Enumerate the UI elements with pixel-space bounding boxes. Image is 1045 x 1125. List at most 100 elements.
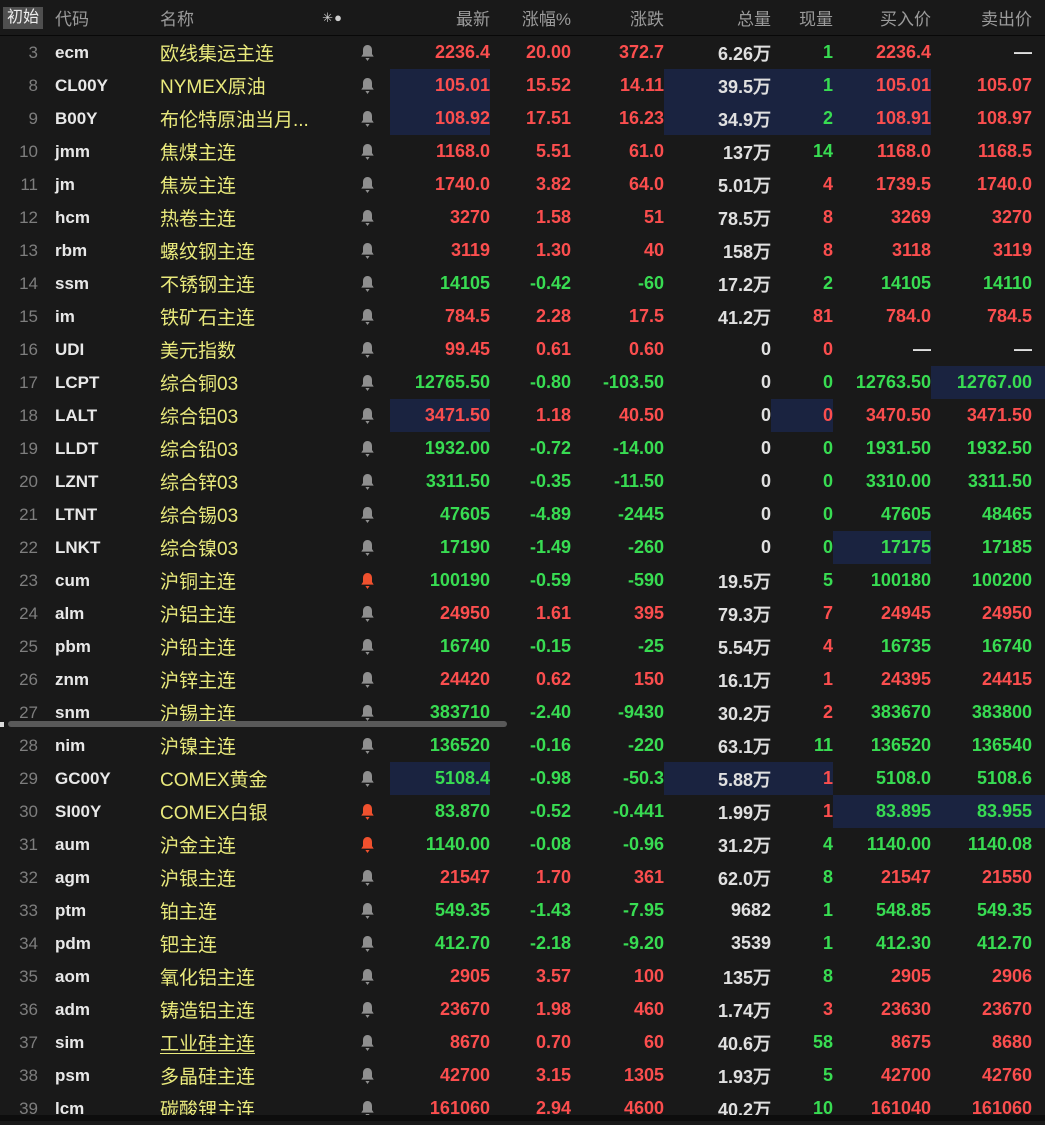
last-price: 136520 [429,735,490,755]
alert-bell-icon[interactable] [360,308,375,326]
column-header-sell-price[interactable]: 卖出价 [931,0,1045,35]
total-volume: 135万 [722,967,771,988]
alert-bell-icon[interactable] [360,902,375,920]
alert-bell-icon[interactable] [360,242,375,260]
alert-bell-cell [345,663,390,696]
alert-bell-icon[interactable] [360,737,375,755]
alert-bell-icon[interactable] [360,176,375,194]
table-row[interactable]: 10 jmm 焦煤主连 1168.0 5.51 61.0 137万 14 116… [0,135,1045,168]
column-header-code[interactable]: 代码 [44,0,149,35]
last-price: 14105 [439,273,490,293]
row-number: 21 [19,504,38,524]
table-row[interactable]: 16 UDI 美元指数 99.45 0.61 0.60 0 0 — — [0,333,1045,366]
alert-bell-icon[interactable] [360,770,375,788]
table-row[interactable]: 12 hcm 热卷主连 3270 1.58 51 78.5万 8 3269 32… [0,201,1045,234]
alert-bell-icon[interactable] [360,704,375,722]
table-row[interactable]: 20 LZNT 综合锌03 3311.50 -0.35 -11.50 0 0 3… [0,465,1045,498]
alert-bell-icon[interactable] [360,836,375,854]
sort-indicator-icon[interactable]: ✳● [322,10,343,26]
alert-bell-icon[interactable] [360,935,375,953]
column-header-pct[interactable]: 涨幅% [490,0,571,35]
alert-bell-icon[interactable] [360,77,375,95]
contract-name: 布伦特原油当月... [160,110,309,131]
table-row[interactable]: 15 im 铁矿石主连 784.5 2.28 17.5 41.2万 81 784… [0,300,1045,333]
last-price: 99.45 [444,339,490,359]
alert-bell-cell [345,861,390,894]
table-row[interactable]: 19 LLDT 综合铅03 1932.00 -0.72 -14.00 0 0 1… [0,432,1045,465]
alert-bell-icon[interactable] [360,275,375,293]
last-price: 3471.50 [390,399,490,432]
table-row[interactable]: 21 LTNT 综合锡03 47605 -4.89 -2445 0 0 4760… [0,498,1045,531]
alert-bell-icon[interactable] [360,605,375,623]
table-row[interactable]: 25 pbm 沪铅主连 16740 -0.15 -25 5.54万 4 1673… [0,630,1045,663]
table-row[interactable]: 28 nim 沪镍主连 136520 -0.16 -220 63.1万 11 1… [0,729,1045,762]
table-row[interactable]: 26 znm 沪锌主连 24420 0.62 150 16.1万 1 24395… [0,663,1045,696]
table-row[interactable]: 23 cum 沪铜主连 100190 -0.59 -590 19.5万 5 10… [0,564,1045,597]
table-row[interactable]: 8 CL00Y NYMEX原油 105.01 15.52 14.11 39.5万… [0,69,1045,102]
alert-bell-icon[interactable] [360,374,375,392]
alert-bell-icon[interactable] [360,1067,375,1085]
alert-bell-icon[interactable] [360,209,375,227]
column-header-volume[interactable]: 总量 [664,0,771,35]
current-volume: 3 [822,999,833,1019]
column-header-buy-price[interactable]: 买入价 [833,0,931,35]
current-volume: 11 [813,735,833,755]
column-header-initial[interactable]: 初始 [0,0,44,35]
total-volume: 0 [760,405,771,425]
table-row[interactable]: 35 aom 氧化铝主连 2905 3.57 100 135万 8 2905 2… [0,960,1045,993]
table-row[interactable]: 9 B00Y 布伦特原油当月... 108.92 17.51 16.23 34.… [0,102,1045,135]
alert-bell-icon[interactable] [360,110,375,128]
alert-bell-icon[interactable] [360,506,375,524]
alert-bell-icon[interactable] [360,1034,375,1052]
change-value: -0.96 [622,834,664,854]
table-row[interactable]: 3 ecm 欧线集运主连 2236.4 20.00 372.7 6.26万 1 … [0,36,1045,69]
table-row[interactable]: 17 LCPT 综合铜03 12765.50 -0.80 -103.50 0 0… [0,366,1045,399]
table-row[interactable]: 29 GC00Y COMEX黄金 5108.4 -0.98 -50.3 5.88… [0,762,1045,795]
table-row[interactable]: 30 SI00Y COMEX白银 83.870 -0.52 -0.441 1.9… [0,795,1045,828]
row-number: 3 [28,42,38,62]
alert-bell-icon[interactable] [360,572,375,590]
table-row[interactable]: 36 adm 铸造铝主连 23670 1.98 460 1.74万 3 2363… [0,993,1045,1026]
alert-bell-icon[interactable] [360,407,375,425]
alert-bell-icon[interactable] [360,473,375,491]
initial-tab[interactable]: 初始 [3,6,44,29]
alert-bell-icon[interactable] [360,341,375,359]
table-row[interactable]: 33 ptm 铂主连 549.35 -1.43 -7.95 9682 1 548… [0,894,1045,927]
current-volume: 8 [822,240,833,260]
buy-price: 108.91 [833,102,931,135]
table-row[interactable]: 37 sim 工业硅主连 8670 0.70 60 40.6万 58 8675 … [0,1026,1045,1059]
column-header-last[interactable]: 最新 [390,0,490,35]
column-header-name[interactable]: 名称 ✳● [149,0,345,35]
alert-bell-icon[interactable] [360,44,375,62]
table-row[interactable]: 32 agm 沪银主连 21547 1.70 361 62.0万 8 21547… [0,861,1045,894]
column-header-alert[interactable] [345,0,390,35]
change-value: -260 [627,537,664,557]
table-row[interactable]: 13 rbm 螺纹钢主连 3119 1.30 40 158万 8 3118 31… [0,234,1045,267]
table-row[interactable]: 11 jm 焦炭主连 1740.0 3.82 64.0 5.01万 4 1739… [0,168,1045,201]
alert-bell-icon[interactable] [360,440,375,458]
table-row[interactable]: 38 psm 多晶硅主连 42700 3.15 1305 1.93万 5 427… [0,1059,1045,1092]
table-row[interactable]: 14 ssm 不锈钢主连 14105 -0.42 -60 17.2万 2 141… [0,267,1045,300]
table-row[interactable]: 18 LALT 综合铝03 3471.50 1.18 40.50 0 0 347… [0,399,1045,432]
column-header-change[interactable]: 涨跌 [571,0,664,35]
alert-bell-icon[interactable] [360,1001,375,1019]
alert-bell-icon[interactable] [360,638,375,656]
change-percent: 15.52 [525,75,571,95]
alert-bell-icon[interactable] [360,671,375,689]
alert-bell-icon[interactable] [360,968,375,986]
contract-code: agm [55,867,90,887]
alert-bell-icon[interactable] [360,869,375,887]
table-row[interactable]: 31 aum 沪金主连 1140.00 -0.08 -0.96 31.2万 4 … [0,828,1045,861]
alert-bell-icon[interactable] [360,143,375,161]
alert-bell-icon[interactable] [360,539,375,557]
last-price: 100190 [429,570,490,590]
column-header-current-volume[interactable]: 现量 [771,0,833,35]
horizontal-scrollbar-thumb[interactable] [8,721,507,727]
row-number: 30 [19,801,38,821]
contract-name: 沪银主连 [160,869,237,890]
sell-price: 14110 [982,273,1032,293]
table-row[interactable]: 34 pdm 钯主连 412.70 -2.18 -9.20 3539 1 412… [0,927,1045,960]
table-row[interactable]: 22 LNKT 综合镍03 17190 -1.49 -260 0 0 17175… [0,531,1045,564]
table-row[interactable]: 24 alm 沪铝主连 24950 1.61 395 79.3万 7 24945… [0,597,1045,630]
alert-bell-icon[interactable] [360,803,375,821]
